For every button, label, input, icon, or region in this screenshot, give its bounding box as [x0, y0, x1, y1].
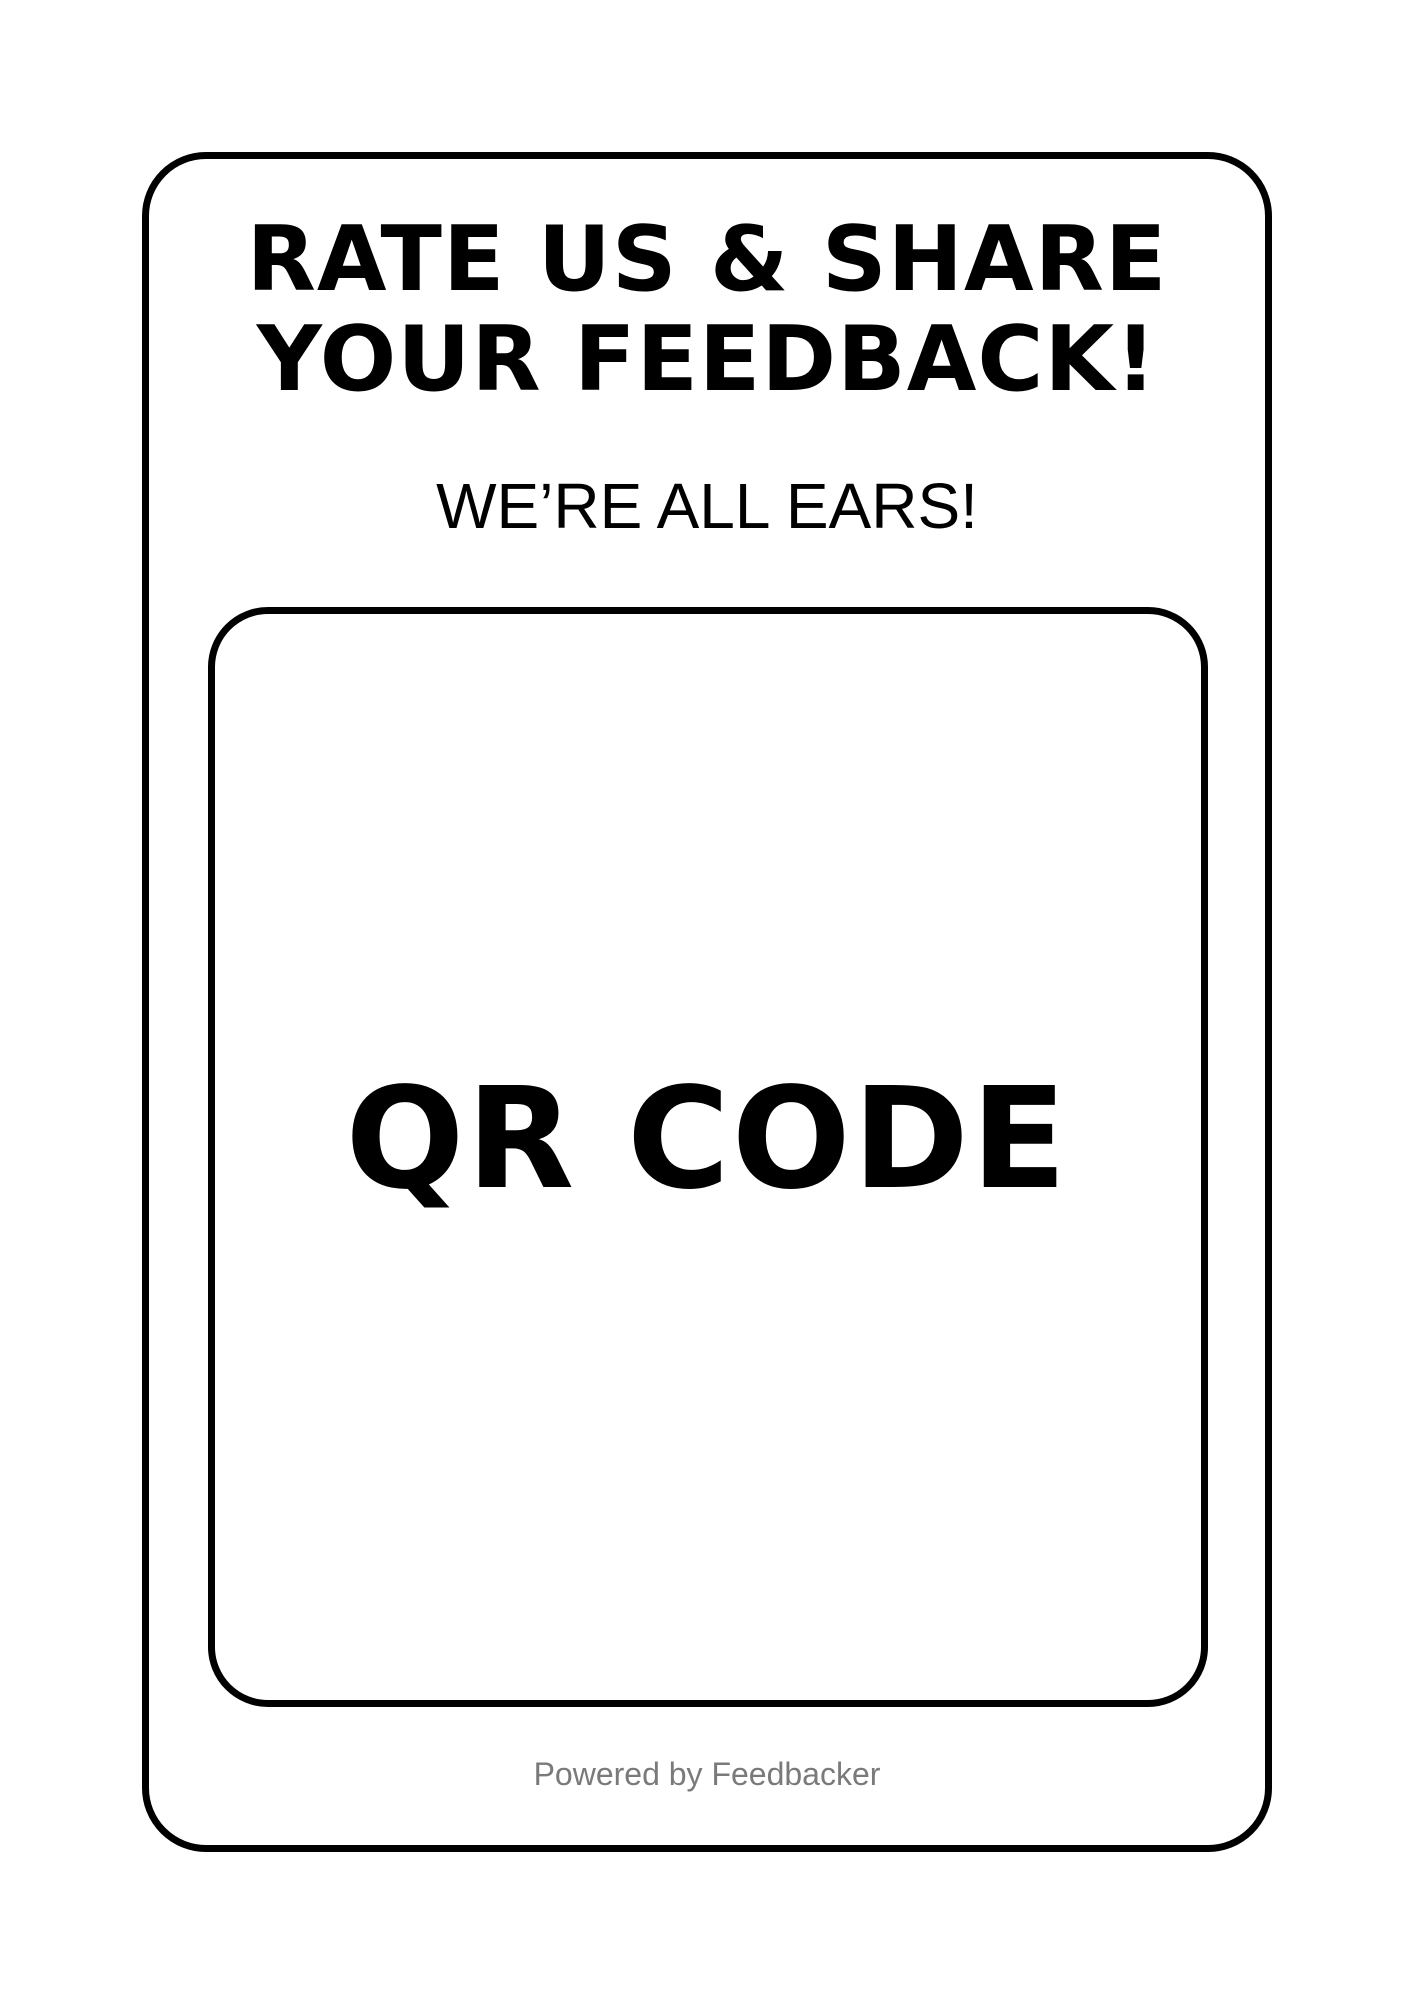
headline-line-2: YOUR FEEDBACK!	[256, 307, 1158, 412]
headline-line-1: RATE US & SHARE	[246, 207, 1168, 312]
headline: RATE US & SHARE YOUR FEEDBACK!	[0, 210, 1414, 410]
qr-code-placeholder-label: QR CODE	[345, 1058, 1069, 1221]
subheadline: WE’RE ALL EARS!	[436, 470, 978, 542]
powered-by-footer: Powered by Feedbacker	[533, 1756, 881, 1792]
